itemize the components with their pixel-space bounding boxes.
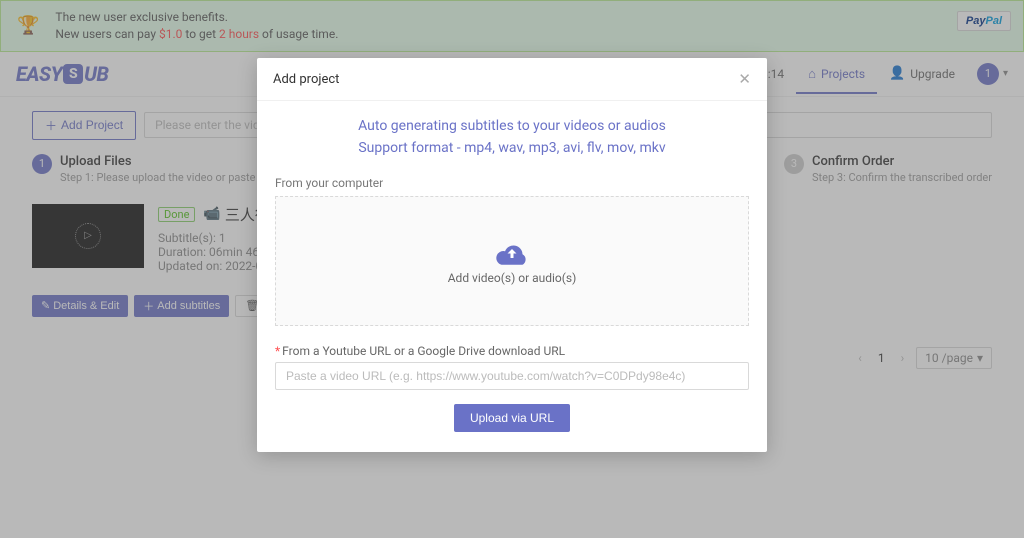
from-computer-label: From your computer: [275, 176, 749, 190]
upload-via-url-button[interactable]: Upload via URL: [454, 404, 570, 432]
cloud-upload-icon: [494, 237, 530, 263]
dropzone-text: Add video(s) or audio(s): [448, 271, 577, 285]
modal-hero-line2: Support format - mp4, wav, mp3, avi, flv…: [275, 137, 749, 159]
url-label: From a Youtube URL or a Google Drive dow…: [282, 344, 565, 358]
modal-hero-line1: Auto generating subtitles to your videos…: [275, 115, 749, 137]
upload-dropzone[interactable]: Add video(s) or audio(s): [275, 196, 749, 326]
modal-title: Add project: [273, 72, 339, 87]
add-project-modal: Add project ✕ Auto generating subtitles …: [257, 58, 767, 452]
close-icon[interactable]: ✕: [738, 70, 751, 88]
url-input[interactable]: [275, 362, 749, 390]
required-star: *: [275, 344, 280, 358]
modal-overlay[interactable]: Add project ✕ Auto generating subtitles …: [0, 0, 1024, 538]
